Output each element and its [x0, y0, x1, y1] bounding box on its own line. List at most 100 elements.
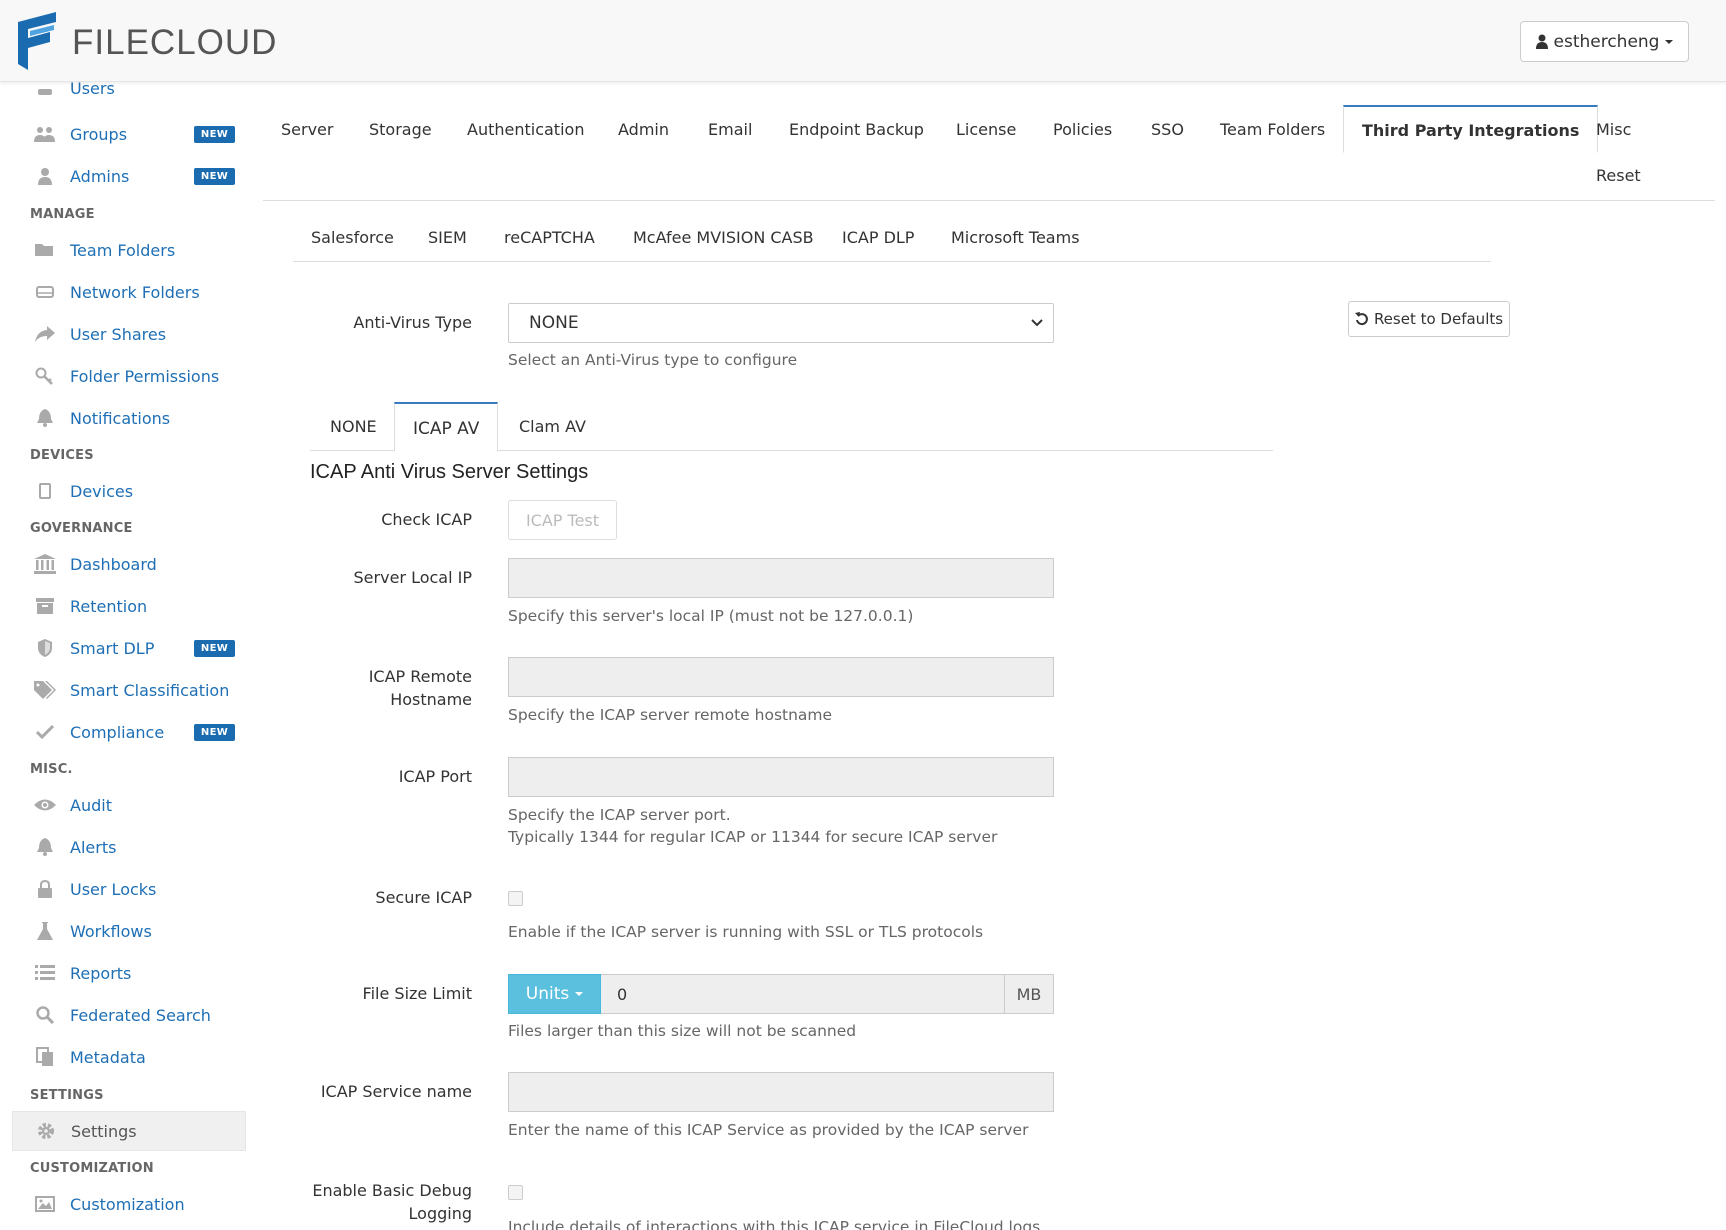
debug-logging-help: Include details of interactions with thi…	[508, 1218, 1041, 1230]
section-header-manage: MANAGE	[30, 207, 95, 222]
tab-sso[interactable]: SSO	[1151, 120, 1184, 139]
sidebar-item-team-folders[interactable]: Team Folders	[0, 230, 246, 270]
sidebar-item-users[interactable]: Users	[0, 82, 246, 108]
sidebar-item-reports[interactable]: Reports	[0, 953, 246, 993]
filecloud-logo[interactable]: FILECLOUD	[16, 12, 277, 72]
av-tab-none[interactable]: NONE	[330, 417, 377, 436]
tab-authentication[interactable]: Authentication	[467, 120, 584, 139]
tab-email[interactable]: Email	[708, 120, 752, 139]
sidebar-item-smart-dlp[interactable]: Smart DLP NEW	[0, 628, 246, 668]
size-unit-addon: MB	[1004, 974, 1054, 1014]
user-menu-button[interactable]: esthercheng	[1520, 21, 1689, 62]
tab-server[interactable]: Server	[281, 120, 333, 139]
sidebar-item-dashboard[interactable]: Dashboard	[0, 544, 246, 584]
icap-port-help-line-2: Typically 1344 for regular ICAP or 11344…	[508, 828, 998, 846]
gear-icon	[35, 1120, 57, 1142]
tab-third-party-integrations[interactable]: Third Party Integrations	[1343, 105, 1599, 153]
antivirus-tab-bar: NONE ICAP AV Clam AV	[310, 402, 1273, 452]
tab-misc[interactable]: Misc	[1596, 120, 1631, 139]
tab-team-folders[interactable]: Team Folders	[1220, 120, 1325, 139]
tab-endpoint-backup[interactable]: Endpoint Backup	[789, 120, 924, 139]
tab-license[interactable]: License	[956, 120, 1016, 139]
icap-test-button[interactable]: ICAP Test	[508, 500, 617, 540]
sidebar-item-admins[interactable]: Admins NEW	[0, 156, 246, 196]
tab-policies[interactable]: Policies	[1053, 120, 1112, 139]
server-local-ip-label: Server Local IP	[353, 568, 472, 587]
sidebar-item-devices[interactable]: Devices	[0, 471, 246, 511]
sidebar-item-workflows[interactable]: Workflows	[0, 911, 246, 951]
list-icon	[34, 962, 56, 984]
subtab-recaptcha[interactable]: reCAPTCHA	[504, 228, 595, 247]
integration-subtab-bar: Salesforce SIEM reCAPTCHA McAfee MVISION…	[293, 216, 1491, 262]
sidebar-item-settings[interactable]: Settings	[12, 1111, 246, 1151]
undo-icon	[1354, 312, 1368, 326]
lock-icon	[34, 878, 56, 900]
new-badge: NEW	[194, 723, 235, 741]
av-tab-icap-av[interactable]: ICAP AV	[394, 402, 499, 452]
subtab-salesforce[interactable]: Salesforce	[311, 228, 394, 247]
subtab-microsoft-teams[interactable]: Microsoft Teams	[951, 228, 1080, 247]
tags-icon	[34, 679, 56, 701]
tab-reset[interactable]: Reset	[1596, 166, 1641, 185]
reset-to-defaults-button[interactable]: Reset to Defaults	[1348, 301, 1510, 337]
sidebar-item-federated-search[interactable]: Federated Search	[0, 995, 246, 1035]
sidebar-item-audit[interactable]: Audit	[0, 785, 246, 825]
secure-icap-checkbox[interactable]	[508, 891, 523, 906]
secure-icap-help: Enable if the ICAP server is running wit…	[508, 923, 984, 941]
section-header-governance: GOVERNANCE	[30, 521, 133, 536]
chevron-down-icon	[1665, 39, 1674, 44]
server-local-ip-input[interactable]	[508, 558, 1054, 598]
sidebar-item-alerts[interactable]: Alerts	[0, 827, 246, 867]
subtab-siem[interactable]: SIEM	[428, 228, 467, 247]
user-icon	[1535, 34, 1548, 49]
tab-storage[interactable]: Storage	[369, 120, 432, 139]
sidebar-item-compliance[interactable]: Compliance NEW	[0, 712, 246, 752]
tablet-icon	[34, 480, 56, 502]
users-icon	[34, 123, 56, 145]
user-icon	[34, 82, 56, 99]
admin-icon	[34, 165, 56, 187]
icap-port-input[interactable]	[508, 757, 1054, 797]
icap-port-help-line-1: Specify the ICAP server port.	[508, 806, 731, 824]
subtab-mcafee-mvision-casb[interactable]: McAfee MVISION CASB	[633, 228, 814, 247]
section-header-settings: SETTINGS	[30, 1088, 104, 1103]
sidebar-item-folder-permissions[interactable]: Folder Permissions	[0, 356, 246, 396]
section-title: ICAP Anti Virus Server Settings	[310, 461, 589, 483]
sidebar-item-notifications[interactable]: Notifications	[0, 398, 246, 438]
chevron-down-icon	[1031, 319, 1043, 327]
sidebar-item-metadata[interactable]: Metadata	[0, 1037, 246, 1077]
anti-virus-type-label: Anti-Virus Type	[353, 313, 472, 332]
archive-icon	[34, 595, 56, 617]
anti-virus-type-help: Select an Anti-Virus type to configure	[508, 351, 798, 369]
icap-service-name-help: Enter the name of this ICAP Service as p…	[508, 1121, 1029, 1139]
subtab-icap-dlp[interactable]: ICAP DLP	[842, 228, 914, 247]
share-icon	[34, 323, 56, 345]
icap-service-name-input[interactable]	[508, 1072, 1054, 1112]
icap-remote-hostname-input[interactable]	[508, 657, 1054, 697]
check-icon	[34, 721, 56, 743]
debug-logging-label: Enable Basic Debug Logging	[312, 1181, 472, 1223]
anti-virus-type-select[interactable]: NONE	[508, 303, 1054, 343]
sidebar-item-network-folders[interactable]: Network Folders	[0, 272, 246, 312]
flask-icon	[34, 920, 56, 942]
sidebar-item-smart-classification[interactable]: Smart Classification	[0, 670, 246, 710]
sidebar-item-customization[interactable]: Customization	[0, 1184, 246, 1224]
icap-remote-hostname-help: Specify the ICAP server remote hostname	[508, 706, 833, 724]
av-tab-clam-av[interactable]: Clam AV	[519, 417, 586, 436]
filecloud-logo-icon	[18, 12, 56, 70]
units-dropdown-button[interactable]: Units	[508, 974, 601, 1014]
sidebar-item-retention[interactable]: Retention	[0, 586, 246, 626]
debug-logging-checkbox[interactable]	[508, 1185, 523, 1200]
settings-tab-bar: Server Storage Authentication Admin Emai…	[263, 105, 1715, 201]
sidebar-item-user-shares[interactable]: User Shares	[0, 314, 246, 354]
bell-icon	[34, 407, 56, 429]
bell-icon	[34, 836, 56, 858]
folder-open-icon	[34, 239, 56, 261]
sidebar-item-user-locks[interactable]: User Locks	[0, 869, 246, 909]
sidebar-item-groups[interactable]: Groups NEW	[0, 114, 246, 154]
icap-service-name-label: ICAP Service name	[320, 1082, 472, 1101]
new-badge: NEW	[194, 167, 235, 185]
file-size-limit-help: Files larger than this size will not be …	[508, 1022, 857, 1040]
file-size-limit-input[interactable]: 0	[601, 974, 1005, 1014]
tab-admin[interactable]: Admin	[618, 120, 669, 139]
